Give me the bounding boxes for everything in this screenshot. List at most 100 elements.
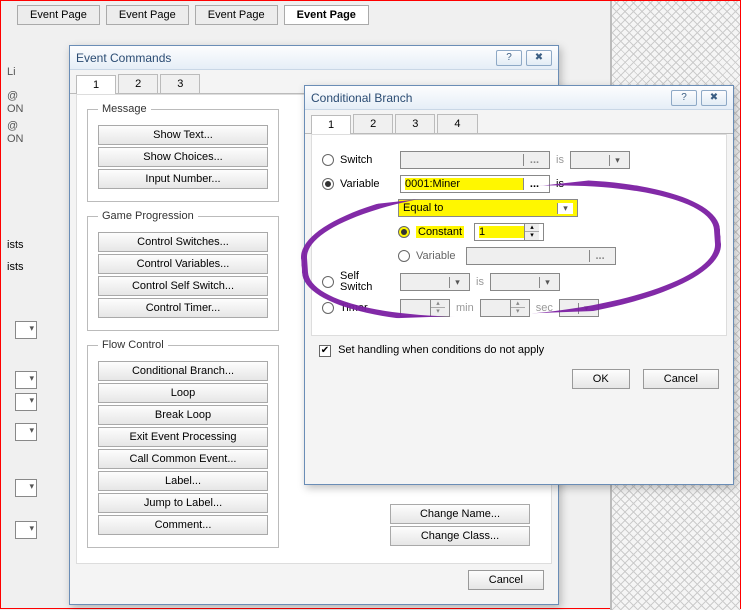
label-self-switch: Self Switch (340, 271, 394, 293)
chevron-down-icon: ▾ (609, 155, 625, 166)
event-page-tab[interactable]: Event Page (17, 5, 100, 25)
constant-input[interactable]: 1 ▴▾ (474, 223, 544, 241)
unknown-dropdown[interactable] (15, 521, 37, 539)
ellipsis-icon[interactable]: ... (589, 250, 611, 262)
fragment-li: Li (7, 66, 57, 78)
btn-exit-event-processing[interactable]: Exit Event Processing (98, 427, 268, 447)
fragment-on: ON (7, 103, 57, 115)
unknown-dropdown[interactable] (15, 423, 37, 441)
fragment-at: @ (7, 120, 18, 132)
sub-variable-selector[interactable]: ... (466, 247, 616, 265)
btn-show-text[interactable]: Show Text... (98, 125, 268, 145)
help-button[interactable]: ? (496, 50, 522, 66)
row-switch: Switch ... is ▾ (322, 151, 716, 169)
btn-change-name[interactable]: Change Name... (390, 504, 530, 524)
ec-tab-1[interactable]: 1 (76, 75, 116, 94)
label-sub-variable: Variable (416, 250, 456, 262)
editor-left-fragments: Li @ ON @ ON (7, 61, 57, 150)
radio-constant[interactable] (398, 226, 410, 238)
cb-tab-3[interactable]: 3 (395, 114, 435, 133)
cb-tab-1[interactable]: 1 (311, 115, 351, 134)
label-constant: Constant (416, 226, 464, 238)
timer-sec-input[interactable]: ▴▾ (480, 299, 530, 317)
comparator-dropdown[interactable]: Equal to ▾ (398, 199, 578, 217)
cb-tab-2[interactable]: 2 (353, 114, 393, 133)
row-constant: Constant 1 ▴▾ (398, 223, 716, 241)
btn-call-common-event[interactable]: Call Common Event... (98, 449, 268, 469)
btn-control-switches[interactable]: Control Switches... (98, 232, 268, 252)
radio-self-switch[interactable] (322, 276, 334, 288)
cancel-button[interactable]: Cancel (643, 369, 719, 389)
radio-variable[interactable] (322, 178, 334, 190)
label-is: is (556, 154, 564, 166)
checkbox-else[interactable]: ✔ (319, 345, 331, 357)
chevron-down-icon: ▾ (539, 277, 555, 288)
fragment-at: @ (7, 90, 18, 102)
label-is: is (476, 276, 484, 288)
close-button[interactable]: ✖ (526, 50, 552, 66)
group-flow-control: Flow Control Conditional Branch... Loop … (87, 339, 279, 548)
self-switch-state-dropdown[interactable]: ▾ (490, 273, 560, 291)
ok-button[interactable]: OK (572, 369, 630, 389)
btn-label[interactable]: Label... (98, 471, 268, 491)
variable-value: 0001:Miner (405, 178, 523, 190)
spinner[interactable]: ▴▾ (510, 300, 525, 316)
row-self-switch: Self Switch ▾ is ▾ (322, 271, 716, 293)
timer-min-input[interactable]: ▴▾ (400, 299, 450, 317)
help-button[interactable]: ? (671, 90, 697, 106)
label-switch: Switch (340, 154, 394, 166)
chevron-down-icon: ▾ (578, 303, 594, 314)
comparator-value: Equal to (403, 202, 557, 214)
row-timer: Timer ▴▾ min ▴▾ sec ▾ (322, 299, 716, 317)
titlebar: Conditional Branch ? ✖ (305, 86, 733, 110)
timer-compare-dropdown[interactable]: ▾ (559, 299, 599, 317)
btn-comment[interactable]: Comment... (98, 515, 268, 535)
group-message: Message Show Text... Show Choices... Inp… (87, 103, 279, 202)
cb-tab-4[interactable]: 4 (437, 114, 477, 133)
btn-control-self-switch[interactable]: Control Self Switch... (98, 276, 268, 296)
event-page-tab[interactable]: Event Page (284, 5, 369, 25)
ellipsis-icon[interactable]: ... (523, 178, 545, 190)
switch-state-dropdown[interactable]: ▾ (570, 151, 630, 169)
chevron-down-icon: ▾ (449, 277, 465, 288)
radio-sub-variable[interactable] (398, 250, 410, 262)
btn-control-variables[interactable]: Control Variables... (98, 254, 268, 274)
chevron-down-icon: ▾ (557, 203, 573, 214)
row-sub-variable: Variable ... (398, 247, 716, 265)
unknown-dropdown[interactable] (15, 479, 37, 497)
unknown-dropdown[interactable] (15, 371, 37, 389)
group-legend: Flow Control (98, 339, 168, 351)
row-comparator: Equal to ▾ (398, 199, 716, 217)
btn-conditional-branch[interactable]: Conditional Branch... (98, 361, 268, 381)
btn-input-number[interactable]: Input Number... (98, 169, 268, 189)
group-legend: Game Progression (98, 210, 198, 222)
row-variable: Variable 0001:Miner ... is (322, 175, 716, 193)
ellipsis-icon[interactable]: ... (523, 154, 545, 166)
switch-selector[interactable]: ... (400, 151, 550, 169)
btn-control-timer[interactable]: Control Timer... (98, 298, 268, 318)
ec-tab-3[interactable]: 3 (160, 74, 200, 93)
btn-loop[interactable]: Loop (98, 383, 268, 403)
self-switch-dropdown[interactable]: ▾ (400, 273, 470, 291)
radio-switch[interactable] (322, 154, 334, 166)
variable-selector[interactable]: 0001:Miner ... (400, 175, 550, 193)
radio-timer[interactable] (322, 302, 334, 314)
conditional-branch-window: Conditional Branch ? ✖ 1 2 3 4 Switch ..… (304, 85, 734, 485)
ec-cancel-button[interactable]: Cancel (468, 570, 544, 590)
close-button[interactable]: ✖ (701, 90, 727, 106)
unknown-dropdown[interactable] (15, 321, 37, 339)
fragment-ists: ists (7, 261, 24, 273)
btn-show-choices[interactable]: Show Choices... (98, 147, 268, 167)
spinner[interactable]: ▴▾ (524, 224, 539, 240)
btn-break-loop[interactable]: Break Loop (98, 405, 268, 425)
btn-change-class[interactable]: Change Class... (390, 526, 530, 546)
titlebar: Event Commands ? ✖ (70, 46, 558, 70)
label-is: is (556, 178, 564, 190)
group-legend: Message (98, 103, 151, 115)
btn-jump-to-label[interactable]: Jump to Label... (98, 493, 268, 513)
event-page-tab[interactable]: Event Page (106, 5, 189, 25)
event-page-tab[interactable]: Event Page (195, 5, 278, 25)
spinner[interactable]: ▴▾ (430, 300, 445, 316)
ec-tab-2[interactable]: 2 (118, 74, 158, 93)
unknown-dropdown[interactable] (15, 393, 37, 411)
